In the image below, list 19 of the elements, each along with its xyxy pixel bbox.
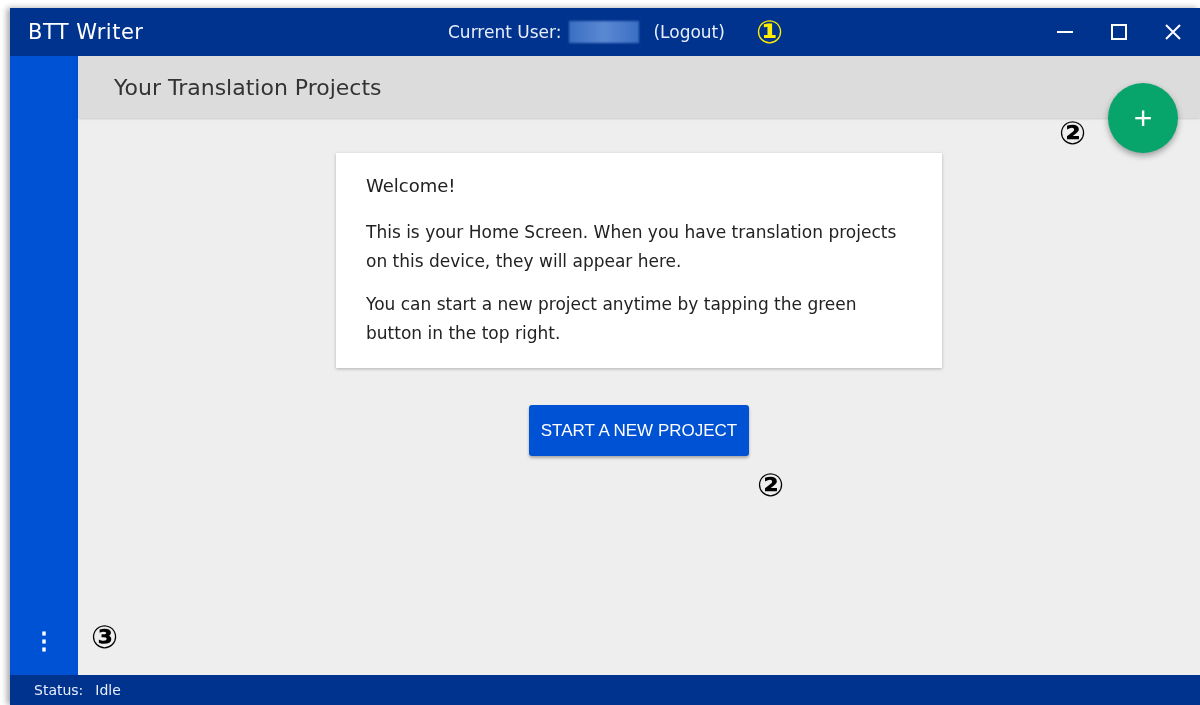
welcome-paragraph: This is your Home Screen. When you have translation projects on this device, they will appear here. bbox=[366, 221, 898, 273]
welcome-paragraph: You can start a new project anytime by tapping the green button in the top right. bbox=[366, 293, 858, 345]
status-value: Idle bbox=[95, 682, 121, 698]
callout-number: ① bbox=[756, 16, 784, 48]
welcome-heading: Welcome! bbox=[366, 175, 457, 196]
app-title: BTT Writer bbox=[28, 20, 145, 44]
current-user-label: Current User: bbox=[448, 22, 562, 42]
callout-number: ③ bbox=[91, 621, 119, 653]
minimize-icon bbox=[1057, 31, 1073, 33]
start-project-button[interactable]: START A NEW PROJECT bbox=[528, 405, 750, 456]
callout-number: ② bbox=[1059, 117, 1087, 149]
close-icon bbox=[1165, 24, 1181, 40]
redacted-username bbox=[569, 21, 640, 43]
status-label: Status: bbox=[34, 682, 84, 698]
menu-button[interactable]: ⋮ bbox=[24, 629, 64, 653]
page-title: Your Translation Projects bbox=[114, 74, 382, 100]
callout-number: ② bbox=[757, 469, 785, 501]
maximize-icon bbox=[1111, 24, 1127, 40]
logout-link[interactable]: (Logout) bbox=[653, 22, 725, 42]
